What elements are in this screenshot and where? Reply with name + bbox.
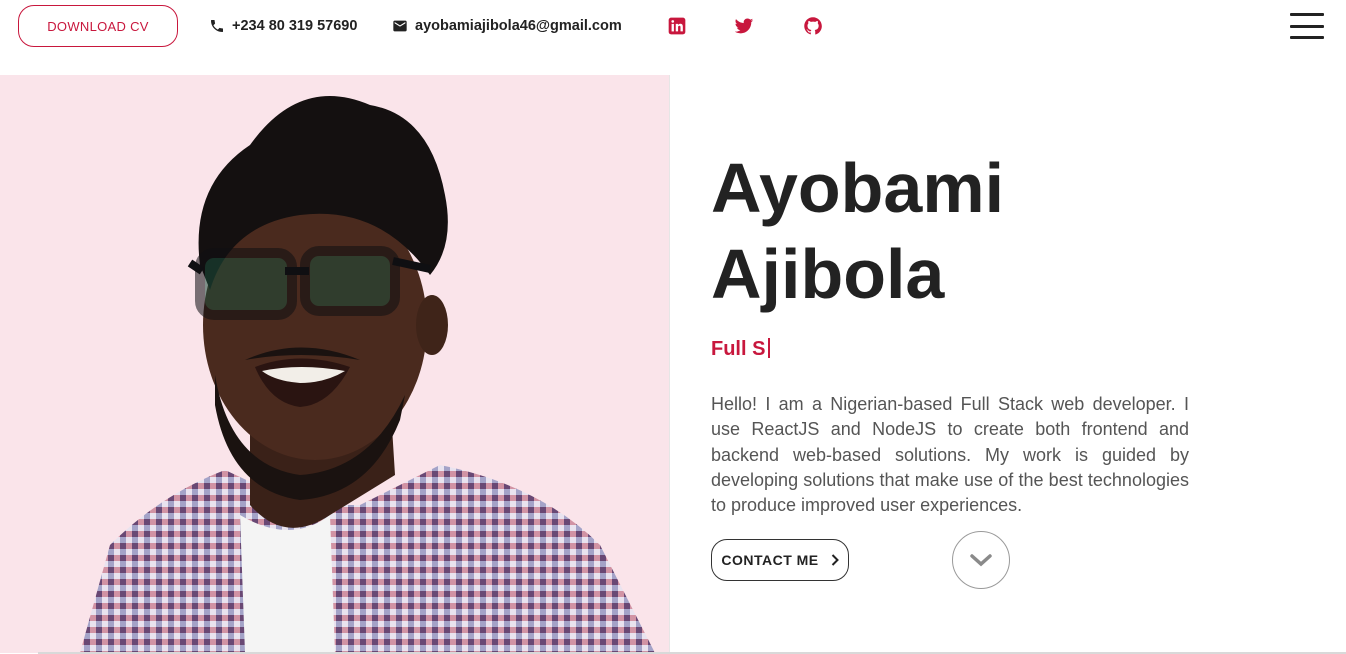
hero-name: Ayobami Ajibola <box>711 145 1004 317</box>
chevron-right-icon <box>831 554 839 566</box>
portrait-illustration <box>80 96 655 653</box>
email-address: ayobamiajibola46@gmail.com <box>415 18 622 34</box>
contact-me-label: CONTACT ME <box>721 552 819 568</box>
last-name: Ajibola <box>711 235 945 313</box>
typed-role: Full S <box>711 338 771 361</box>
menu-button[interactable] <box>1290 13 1324 39</box>
typed-role-text: Full S <box>711 338 766 360</box>
scroll-down-button[interactable] <box>952 531 1010 589</box>
email-contact[interactable]: ayobamiajibola46@gmail.com <box>392 16 622 36</box>
linkedin-icon[interactable] <box>667 16 687 36</box>
github-icon[interactable] <box>803 16 823 36</box>
profile-photo <box>0 75 670 653</box>
chevron-down-icon <box>970 554 992 567</box>
first-name: Ayobami <box>711 149 1005 227</box>
typing-caret <box>768 338 771 358</box>
download-cv-button[interactable]: DOWNLOAD CV <box>18 5 178 47</box>
top-bar: DOWNLOAD CV +234 80 319 57690 ayobamiaji… <box>0 0 1346 75</box>
contact-me-button[interactable]: CONTACT ME <box>711 539 849 581</box>
phone-icon <box>211 20 223 32</box>
twitter-icon[interactable] <box>734 16 754 36</box>
hamburger-menu-icon <box>1290 13 1324 16</box>
bio-paragraph: Hello! I am a Nigerian-based Full Stack … <box>711 394 1189 516</box>
phone-number: +234 80 319 57690 <box>232 18 358 34</box>
mail-icon <box>393 20 407 32</box>
phone-contact[interactable]: +234 80 319 57690 <box>209 16 357 36</box>
